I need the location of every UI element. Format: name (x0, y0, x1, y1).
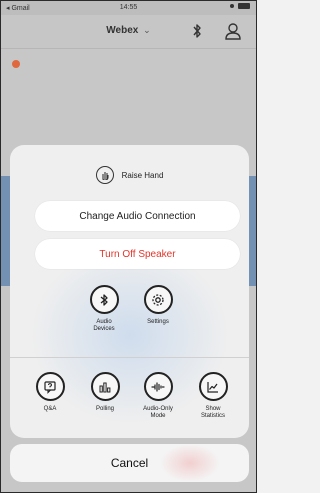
meeting-title: Webex (106, 25, 139, 36)
turn-off-speaker-label: Turn Off Speaker (99, 248, 176, 260)
raise-hand-label: Raise Hand (121, 170, 164, 180)
polling-label: Polling (95, 406, 114, 412)
audio-only-mode-label: Audio-Only Mode (143, 406, 173, 419)
cancel-label: Cancel (110, 456, 149, 470)
status-indicators (230, 3, 250, 9)
bluetooth-icon (89, 285, 119, 314)
signal-icon (230, 4, 234, 8)
nav-bar: Webex ⌄ (1, 15, 256, 49)
battery-icon (238, 3, 250, 9)
section-divider (10, 357, 249, 358)
raise-hand-button[interactable]: Raise Hand (10, 166, 249, 184)
turn-off-speaker-button[interactable]: Turn Off Speaker (35, 239, 240, 269)
show-statistics-label: Show Statistics (200, 406, 225, 419)
audio-devices-label: Audio Devices (93, 319, 115, 332)
qa-icon (35, 372, 65, 401)
change-audio-connection-label: Change Audio Connection (79, 210, 196, 222)
settings-button[interactable]: Settings (140, 285, 176, 326)
change-audio-connection-button[interactable]: Change Audio Connection (35, 201, 240, 231)
settings-label: Settings (147, 319, 169, 325)
hand-icon (95, 166, 114, 184)
audio-wave-icon (143, 372, 173, 401)
audio-devices-button[interactable]: Audio Devices (86, 285, 122, 333)
gear-icon (143, 285, 173, 314)
more-options-sheet: Raise Hand Change Audio Connection Turn … (10, 145, 249, 438)
status-bar: ◂ Gmail 14:55 (1, 1, 256, 15)
cancel-button[interactable]: Cancel (10, 444, 249, 482)
polling-button[interactable]: Polling (87, 372, 123, 413)
polling-icon (90, 372, 120, 401)
qa-label: Q&A (43, 406, 57, 412)
status-time: 14:55 (119, 4, 138, 11)
bluetooth-icon[interactable] (191, 22, 203, 40)
audio-only-mode-button[interactable]: Audio-Only Mode (138, 372, 178, 420)
chevron-down-icon: ⌄ (143, 25, 151, 35)
show-statistics-button[interactable]: Show Statistics (193, 372, 233, 420)
statistics-icon (198, 372, 228, 401)
participants-icon[interactable] (224, 22, 242, 40)
qa-button[interactable]: Q&A (32, 372, 68, 413)
notification-dot (12, 60, 20, 68)
phone-screen: ◂ Gmail 14:55 Webex ⌄ Raise Hand Change … (0, 0, 257, 493)
meeting-title-dropdown[interactable]: Webex ⌄ (1, 25, 256, 36)
